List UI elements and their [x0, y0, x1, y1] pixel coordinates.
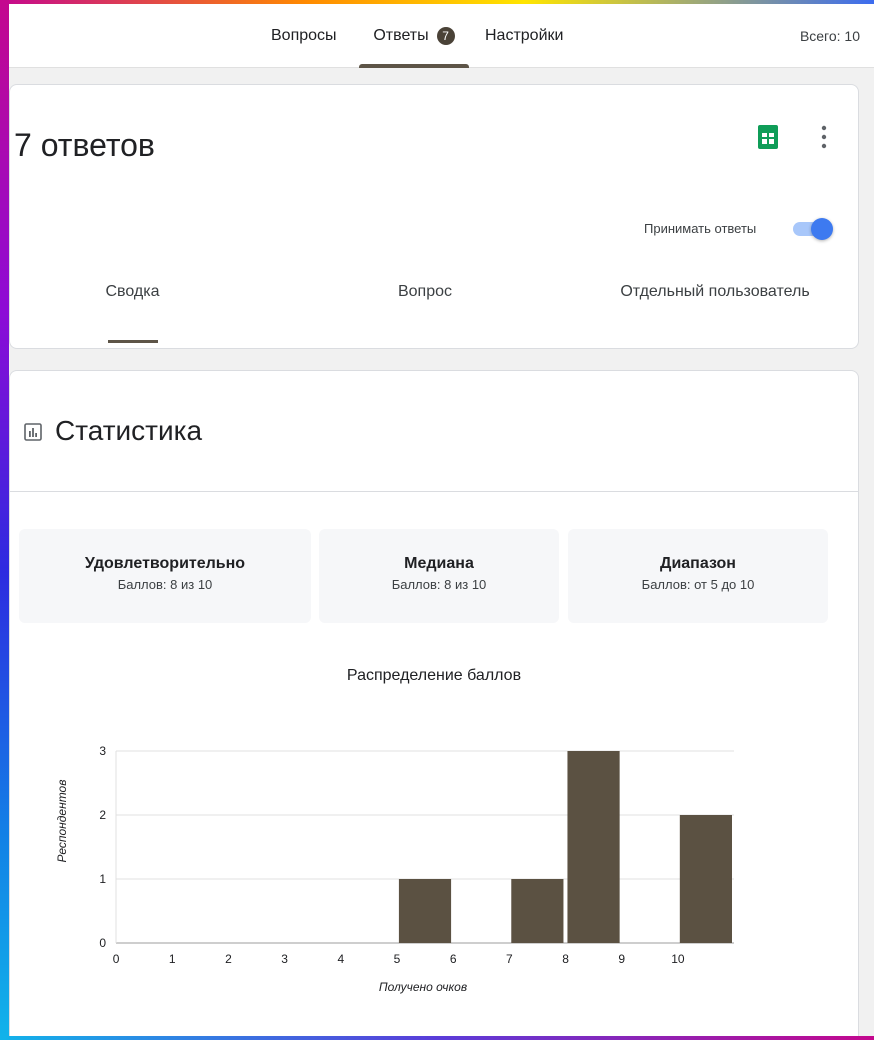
stat-range-label: Диапазон	[660, 555, 736, 572]
subtab-individual-label: Отдельный пользователь	[620, 283, 810, 300]
stat-range-value: Баллов: от 5 до 10	[641, 577, 755, 592]
active-tab-indicator	[359, 64, 469, 68]
x-tick-label: 9	[618, 952, 625, 966]
tab-responses[interactable]: Ответы 7	[359, 4, 469, 68]
bar-8[interactable]	[567, 751, 620, 943]
x-tick-label: 0	[113, 952, 120, 966]
stat-median-value: Баллов: 8 из 10	[391, 577, 487, 592]
chart-title: Распределение баллов	[346, 667, 522, 684]
decorative-frame-left	[0, 0, 9, 1040]
more-vert-icon[interactable]	[816, 123, 832, 151]
chart-y-axis-label: Респондентов	[55, 780, 69, 863]
bar-10[interactable]	[679, 815, 732, 943]
accept-responses-label: Принимать ответы	[644, 221, 757, 236]
tab-settings[interactable]: Настройки	[485, 4, 563, 68]
tab-questions[interactable]: Вопросы	[271, 4, 337, 68]
stat-box-average: Удовлетворительно Баллов: 8 из 10	[19, 529, 311, 623]
toggle-knob	[811, 218, 833, 240]
x-tick-label: 10	[671, 952, 685, 966]
statistics-title: Статистика	[55, 415, 203, 446]
decorative-frame-bottom	[0, 1036, 874, 1040]
tab-responses-label: Ответы	[373, 27, 429, 44]
chart-bars	[398, 751, 732, 943]
tab-questions-label: Вопросы	[271, 27, 337, 44]
section-divider	[10, 491, 858, 492]
subtab-question[interactable]: Вопрос	[360, 283, 490, 343]
x-tick-label: 3	[281, 952, 288, 966]
x-tick-label: 7	[506, 952, 513, 966]
x-tick-label: 4	[337, 952, 344, 966]
bar-5[interactable]	[398, 879, 452, 943]
chart-x-axis-label: Получено очков	[379, 980, 467, 994]
responses-count-title: 7 ответов	[14, 127, 155, 163]
sheets-icon[interactable]	[758, 125, 778, 149]
y-tick-label: 3	[99, 744, 106, 758]
y-tick-label: 2	[99, 808, 106, 822]
x-tick-label: 8	[562, 952, 569, 966]
statistics-card: Статистика Удовлетворительно Баллов: 8 и…	[9, 370, 859, 1040]
responses-card: 7 ответов Принимать ответы Сводка Вопрос…	[9, 84, 859, 349]
y-tick-label: 1	[99, 872, 106, 886]
x-tick-label: 5	[394, 952, 401, 966]
x-tick-label: 6	[450, 952, 457, 966]
stat-box-median: Медиана Баллов: 8 из 10	[319, 529, 559, 623]
x-tick-label: 2	[225, 952, 232, 966]
active-subtab-indicator	[108, 340, 158, 343]
subtab-summary-label: Сводка	[105, 283, 160, 300]
total-points: Всего: 10	[799, 28, 860, 44]
accept-responses-toggle[interactable]	[791, 216, 833, 242]
subtab-individual[interactable]: Отдельный пользователь	[608, 283, 822, 343]
bar-7[interactable]	[511, 879, 564, 943]
chart-y-ticks: 0 1 2 3	[99, 744, 106, 950]
subtab-question-label: Вопрос	[397, 283, 453, 300]
bar-chart-icon	[24, 423, 42, 441]
top-navigation: Вопросы Ответы 7 Настройки Всего: 10	[9, 4, 874, 68]
chart-x-ticks: 0 1 2 3 4 5 6 7 8 9 10	[113, 952, 685, 966]
score-distribution-chart: 0 1 2 3 4 5 6 7 8 9 10 0 1 2 3 Получено очков Респонд…	[55, 744, 734, 994]
y-tick-label: 0	[99, 936, 106, 950]
stat-average-label: Удовлетворительно	[84, 555, 246, 572]
tab-settings-label: Настройки	[485, 27, 564, 44]
stat-median-label: Медиана	[404, 555, 474, 572]
subtab-summary[interactable]: Сводка	[70, 283, 195, 343]
stat-box-range: Диапазон Баллов: от 5 до 10	[568, 529, 828, 623]
stat-average-value: Баллов: 8 из 10	[117, 577, 213, 592]
x-tick-label: 1	[169, 952, 176, 966]
responses-count-badge: 7	[436, 27, 455, 45]
